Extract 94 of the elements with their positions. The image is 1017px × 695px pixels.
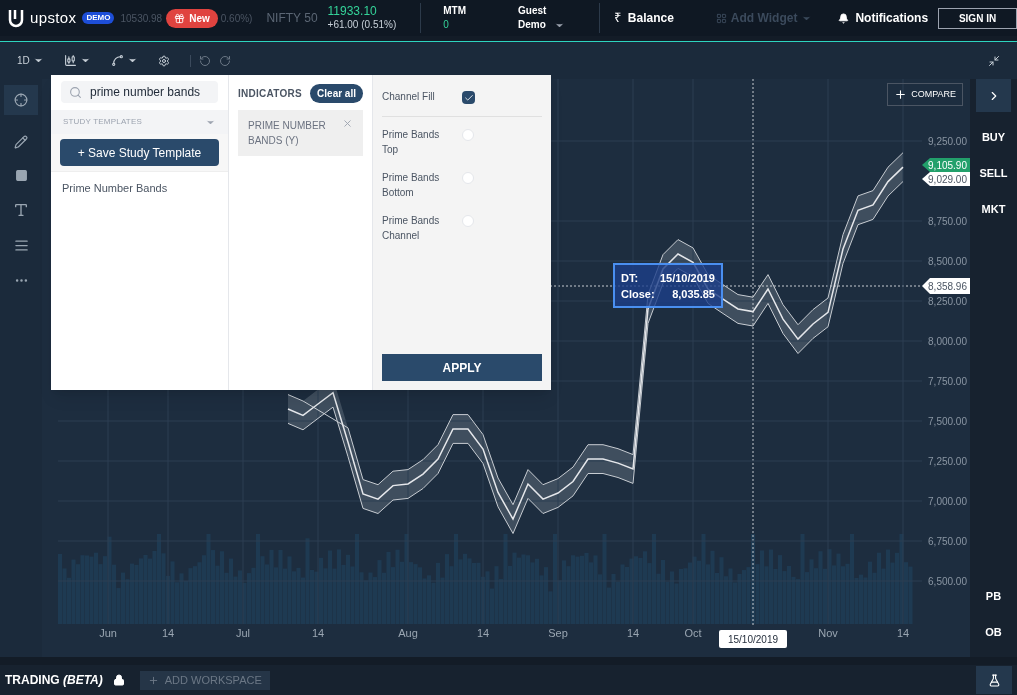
notifications-link[interactable]: Notifications xyxy=(838,9,929,27)
trade-button[interactable]: BUY xyxy=(981,126,1006,148)
x-axis-label: 14 xyxy=(311,627,325,639)
y-axis-label: 7,750.00 xyxy=(928,376,967,387)
y-axis-label: 7,000.00 xyxy=(928,496,967,507)
chart-type-dropdown[interactable] xyxy=(63,54,91,67)
trade-button[interactable]: MKT xyxy=(981,198,1006,220)
check-icon xyxy=(463,92,474,103)
color-swatch[interactable] xyxy=(462,215,474,227)
lab-button[interactable] xyxy=(976,666,1012,694)
logo-icon xyxy=(8,8,24,28)
y-axis-label: 8,250.00 xyxy=(928,296,967,307)
option-label: Prime Bands Top xyxy=(382,128,441,157)
tooltip-label: DT: xyxy=(621,270,639,286)
y-axis-label: 6,500.00 xyxy=(928,576,967,587)
demo-badge: DEMO xyxy=(82,12,115,24)
indicator-label: PRIME NUMBER BANDS (Y) xyxy=(248,119,327,148)
x-axis-label: Jul xyxy=(235,627,251,639)
x-axis-label: 14 xyxy=(896,627,910,639)
balance-link[interactable]: Balance xyxy=(627,9,674,27)
apply-button[interactable]: APPLY xyxy=(382,354,542,381)
undo-icon[interactable] xyxy=(198,54,211,67)
settings-icon[interactable] xyxy=(157,54,170,67)
mtm-label: MTM xyxy=(443,4,466,18)
x-axis-label: 14 xyxy=(626,627,640,639)
option-label: Prime Bands Bottom xyxy=(382,171,441,200)
line-chart-icon xyxy=(110,54,124,67)
account-menu[interactable]: Guest Demo xyxy=(518,4,565,32)
gift-icon xyxy=(174,12,186,24)
color-swatch[interactable] xyxy=(462,172,474,184)
candlestick-icon xyxy=(63,54,77,67)
book-button[interactable]: OB xyxy=(985,621,1002,643)
study-result-item[interactable]: Prime Number Bands xyxy=(51,172,228,197)
grid-icon xyxy=(715,12,727,24)
search-icon xyxy=(69,85,82,99)
rupee-icon: ₹ xyxy=(613,8,621,28)
indicators-title: INDICATORS xyxy=(238,87,302,101)
pencil-icon[interactable] xyxy=(14,135,28,149)
x-axis-label: Sep xyxy=(548,627,568,639)
ticker-value: 10530.98 xyxy=(120,11,163,26)
x-axis-label: 14 xyxy=(476,627,490,639)
x-axis-label: Nov xyxy=(818,627,838,639)
logo-text: upstox xyxy=(30,7,77,28)
compare-button[interactable]: COMPARE xyxy=(887,83,963,106)
option-label: Prime Bands Channel xyxy=(382,214,441,243)
index-change: +61.00 (0.51%) xyxy=(327,18,397,31)
y-axis-label: 7,500.00 xyxy=(928,416,967,427)
crosshair-tool[interactable] xyxy=(4,85,38,115)
indicators-dropdown[interactable] xyxy=(110,54,138,67)
date-tag: 15/10/2019 xyxy=(719,630,787,648)
index-name: NIFTY 50 xyxy=(266,10,318,27)
crosshair-icon xyxy=(14,93,28,107)
text-icon[interactable] xyxy=(13,202,29,218)
flask-icon xyxy=(987,673,1001,687)
ticker-change: 0.60%) xyxy=(220,11,253,26)
plus-icon xyxy=(894,88,908,101)
lock-icon[interactable] xyxy=(112,674,125,686)
price-tag: 9,029.00 xyxy=(922,172,970,187)
y-axis-label: 8,000.00 xyxy=(928,336,967,347)
x-axis-label: Aug xyxy=(398,627,418,639)
index-value: 11933.10 xyxy=(327,5,377,18)
checkbox[interactable] xyxy=(462,91,475,104)
book-button[interactable]: PB xyxy=(985,585,1002,607)
price-tag: 8,358.96 xyxy=(922,278,970,294)
tooltip-value: 8,035.85 xyxy=(672,286,715,302)
tooltip-value: 15/10/2019 xyxy=(659,270,715,286)
tooltip-label: Close: xyxy=(621,286,655,302)
bell-icon xyxy=(838,12,850,24)
interval-dropdown[interactable]: 1D xyxy=(17,53,44,68)
mtm-value: 0 xyxy=(443,18,450,32)
x-axis-label: Oct xyxy=(684,627,702,639)
y-axis-label: 9,250.00 xyxy=(928,136,967,147)
y-axis-label: 6,750.00 xyxy=(928,536,967,547)
plus-icon xyxy=(147,674,159,686)
clear-all-button[interactable]: Clear all xyxy=(310,84,363,103)
x-axis-label: 14 xyxy=(161,627,175,639)
new-badge[interactable]: New xyxy=(166,8,218,28)
x-axis-label: Jun xyxy=(99,627,117,639)
price-tag: 9,105.90 xyxy=(922,158,970,173)
save-template-button[interactable]: + Save Study Template xyxy=(60,139,219,166)
search-field[interactable]: prime number bands xyxy=(61,81,218,103)
redo-icon[interactable] xyxy=(218,54,231,67)
sign-in-button[interactable]: SIGN IN xyxy=(938,7,1017,29)
trade-button[interactable]: SELL xyxy=(979,162,1008,184)
y-axis-label: 8,500.00 xyxy=(928,256,967,267)
y-axis-label: 8,750.00 xyxy=(928,216,967,227)
option-label: Channel Fill xyxy=(382,90,436,104)
rectangle-icon[interactable] xyxy=(14,169,28,182)
color-swatch[interactable] xyxy=(462,129,474,141)
lines-icon[interactable] xyxy=(13,238,29,253)
workspace-tab[interactable]: TRADING (BETA) xyxy=(5,671,103,689)
collapse-icon[interactable] xyxy=(988,54,1000,67)
indicator-chip[interactable]: PRIME NUMBER BANDS (Y) xyxy=(238,110,363,156)
y-axis-label: 7,250.00 xyxy=(928,456,967,467)
